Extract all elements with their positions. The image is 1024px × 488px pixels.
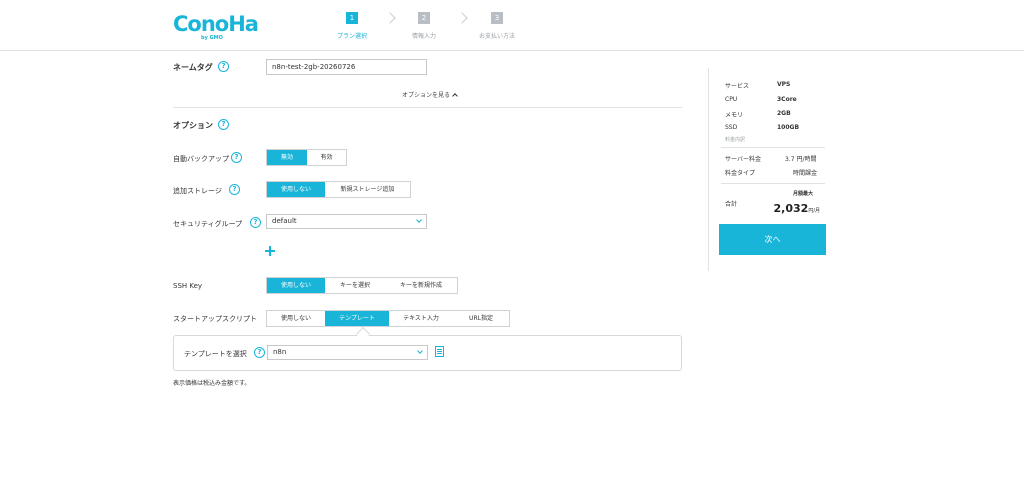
summary-total-amount: 2,032円/月 — [774, 202, 820, 215]
chevron-right-icon — [456, 12, 468, 24]
summary-service-value: VPS — [777, 81, 791, 88]
startup-script-template-option[interactable]: テンプレート — [325, 311, 389, 326]
add-security-group-icon[interactable] — [265, 246, 275, 256]
chevron-down-icon — [416, 217, 422, 223]
extra-storage-toggle: 使用しない 新規ストレージ追加 — [266, 181, 411, 198]
step-plan: 1 プラン選択 — [322, 12, 382, 40]
help-icon[interactable]: ? — [250, 217, 261, 228]
template-select-label: テンプレートを選択 — [184, 350, 247, 358]
step-label: お支払い方法 — [478, 33, 515, 40]
extra-storage-label: 追加ストレージ — [173, 187, 222, 195]
step-payment: 3 お支払い方法 — [467, 12, 527, 40]
summary-server-fee-label: サーバー料金 — [725, 156, 761, 163]
summary-ssd-label: SSD — [725, 124, 738, 131]
step-label: 情報入力 — [411, 33, 436, 40]
step-number: 3 — [491, 12, 503, 24]
help-icon[interactable]: ? — [229, 184, 240, 195]
security-group-select[interactable]: default — [266, 214, 427, 229]
options-toggle-link[interactable]: オプションを見る — [402, 90, 458, 99]
divider — [721, 147, 825, 148]
divider — [721, 183, 825, 184]
template-select[interactable]: n8n — [267, 345, 428, 360]
help-icon[interactable]: ? — [218, 119, 229, 130]
summary-memory-value: 2GB — [777, 110, 791, 117]
summary-cpu-label: CPU — [725, 96, 738, 103]
header: ConoHa by GMO 1 プラン選択 2 情報入力 3 お支払い方法 — [0, 0, 1024, 51]
auto-backup-toggle: 無効 有効 — [266, 149, 347, 166]
extra-storage-add-option[interactable]: 新規ストレージ追加 — [325, 182, 410, 197]
options-heading: オプション — [173, 121, 213, 130]
step-label: プラン選択 — [336, 33, 367, 40]
auto-backup-enabled-option[interactable]: 有効 — [307, 150, 346, 165]
summary-fee-type-value: 時間課金 — [793, 170, 818, 177]
document-icon[interactable] — [435, 346, 444, 357]
auto-backup-label: 自動バックアップ — [173, 155, 229, 163]
summary-fee-type-label: 料金タイプ — [725, 170, 756, 177]
chevron-down-icon — [417, 348, 423, 354]
next-button[interactable]: 次へ — [719, 224, 826, 255]
startup-script-text-option[interactable]: テキスト入力 — [389, 311, 453, 326]
help-icon[interactable]: ? — [231, 152, 242, 163]
ssh-key-label: SSH Key — [173, 282, 203, 290]
template-select-value: n8n — [273, 348, 287, 356]
ssh-key-create-option[interactable]: キーを新規作成 — [385, 278, 457, 293]
security-group-value: default — [272, 217, 297, 225]
summary-memory-label: メモリ — [725, 112, 744, 119]
ssh-key-toggle: 使用しない キーを選択 キーを新規作成 — [266, 277, 458, 294]
step-number: 2 — [418, 12, 430, 24]
logo-sub: by GMO — [201, 35, 223, 41]
nametag-label: ネームタグ — [173, 63, 213, 72]
summary-total-label: 合計 — [725, 201, 738, 208]
summary-cpu-value: 3Core — [777, 96, 797, 103]
startup-script-label: スタートアップスクリプト — [173, 315, 257, 323]
order-summary: サービス VPS CPU 3Core メモリ 2GB SSD 100GB 料金内… — [708, 68, 826, 271]
ssh-key-select-option[interactable]: キーを選択 — [325, 278, 385, 293]
summary-total-value: 2,032 — [773, 202, 809, 215]
options-toggle-label: オプションを見る — [402, 92, 451, 99]
help-icon[interactable]: ? — [218, 61, 229, 72]
auto-backup-disabled-option[interactable]: 無効 — [267, 150, 307, 165]
startup-script-url-option[interactable]: URL指定 — [453, 311, 509, 326]
chevron-up-icon — [452, 93, 458, 99]
summary-server-fee-value: 3.7 円/時間 — [785, 156, 817, 163]
step-info: 2 情報入力 — [394, 12, 454, 40]
summary-monthly-max: 月額最大 — [793, 191, 814, 197]
startup-script-none-option[interactable]: 使用しない — [267, 311, 325, 326]
summary-total-unit: 円/月 — [808, 208, 820, 214]
divider — [173, 107, 682, 108]
tax-note: 表示価格は税込み金額です。 — [173, 380, 251, 387]
extra-storage-none-option[interactable]: 使用しない — [267, 182, 325, 197]
conoha-logo[interactable]: ConoHa by GMO — [173, 12, 259, 42]
startup-script-toggle: 使用しない テンプレート テキスト入力 URL指定 — [266, 310, 510, 327]
summary-breakdown-label: 料金内訳 — [725, 137, 746, 143]
summary-ssd-value: 100GB — [777, 124, 800, 131]
step-number: 1 — [346, 12, 358, 24]
summary-service-label: サービス — [725, 83, 750, 90]
logo-text: ConoHa — [173, 12, 259, 36]
help-icon[interactable]: ? — [254, 347, 265, 358]
security-group-label: セキュリティグループ — [173, 220, 243, 228]
nametag-input[interactable]: n8n-test-2gb-20260726 — [266, 59, 427, 75]
ssh-key-none-option[interactable]: 使用しない — [267, 278, 325, 293]
